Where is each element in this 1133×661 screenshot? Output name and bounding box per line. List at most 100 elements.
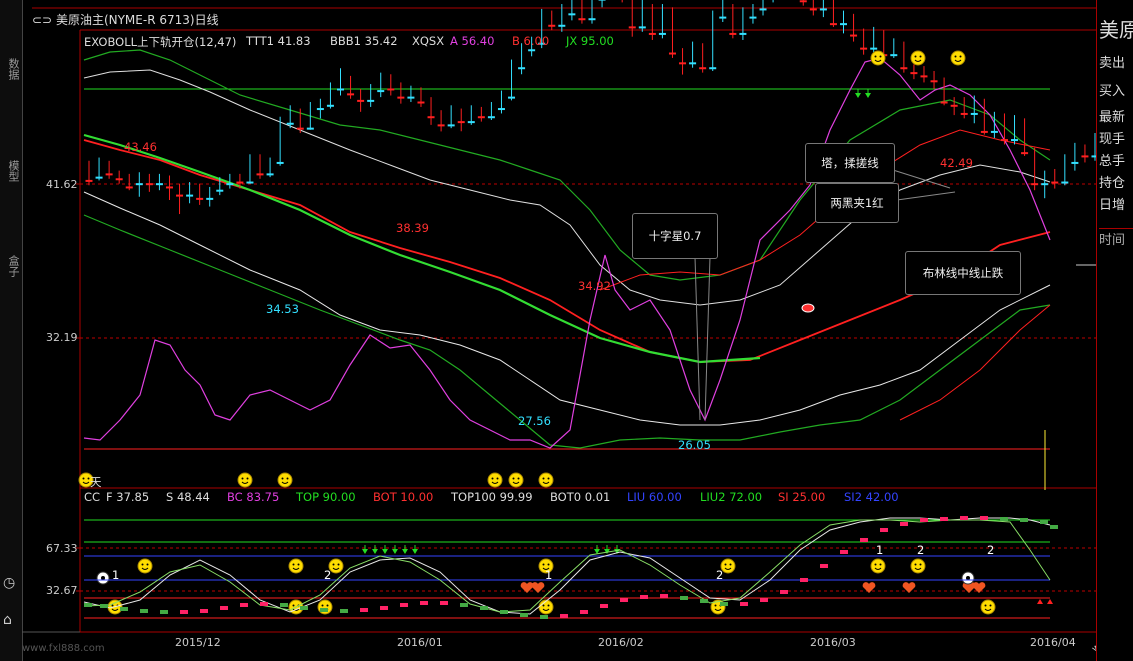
sub-bar bbox=[500, 610, 508, 614]
tab-box[interactable]: 盒子 bbox=[1, 255, 21, 277]
candle-body bbox=[477, 116, 485, 119]
quote-open-interest: 持仓 bbox=[1099, 176, 1126, 191]
y-label-32-19: 32.19 bbox=[46, 331, 78, 344]
tab-data[interactable]: 数据 bbox=[1, 58, 21, 80]
si-label: SI 25.00 bbox=[778, 490, 826, 504]
annotation-pointer bbox=[896, 191, 956, 201]
candle-body bbox=[940, 101, 948, 104]
candle-body bbox=[326, 104, 334, 107]
quote-buy[interactable]: 买入 bbox=[1099, 80, 1125, 99]
smiley-icon-eye bbox=[989, 604, 992, 607]
candle-body bbox=[347, 93, 355, 96]
down-arrow-icon bbox=[855, 93, 861, 98]
smiley-icon-eye bbox=[292, 604, 295, 607]
smiley-icon-eye bbox=[874, 563, 877, 566]
candle-body bbox=[1051, 181, 1059, 184]
smiley-icon-eye bbox=[914, 55, 917, 58]
smiley-icon-eye bbox=[547, 604, 550, 607]
sub-number: 2 bbox=[324, 568, 332, 582]
price-label-27-56: 27.56 bbox=[518, 414, 551, 428]
smiley-icon-eye bbox=[292, 563, 295, 566]
candle-body bbox=[377, 90, 385, 93]
smiley-icon-eye bbox=[111, 604, 114, 607]
sub-number: 2 bbox=[716, 568, 724, 582]
jx-label: JX 95.00 bbox=[566, 34, 614, 48]
sub-bar bbox=[1020, 518, 1028, 522]
smiley-icon bbox=[910, 558, 926, 574]
candle-body bbox=[497, 108, 505, 111]
smiley-icon-eye bbox=[729, 563, 732, 566]
up-arrow-icon bbox=[1047, 599, 1053, 604]
chart-area[interactable] bbox=[22, 0, 1096, 661]
sub-bar bbox=[580, 610, 588, 614]
candle-body bbox=[588, 18, 596, 21]
sub-number: 1 bbox=[545, 568, 553, 582]
down-arrow-icon bbox=[382, 549, 388, 554]
candle-body bbox=[819, 8, 827, 11]
chart-canvas[interactable] bbox=[22, 0, 1096, 661]
down-arrow-icon bbox=[392, 549, 398, 554]
liu2-label: LIU2 72.00 bbox=[700, 490, 763, 504]
smiley-icon bbox=[538, 599, 554, 615]
candle-body bbox=[960, 112, 968, 115]
quote-daily-change: 日增 bbox=[1099, 198, 1126, 213]
smiley-icon-eye bbox=[874, 55, 877, 58]
smiley-icon-eye bbox=[542, 477, 545, 480]
candle-body bbox=[135, 183, 143, 186]
candle-body bbox=[226, 183, 234, 186]
sub-bar bbox=[920, 518, 928, 522]
candle-body bbox=[890, 54, 898, 57]
sub-bar bbox=[360, 608, 368, 612]
candle-body bbox=[950, 104, 958, 107]
tab-model[interactable]: 模型 bbox=[1, 160, 21, 182]
smiley-icon-eye bbox=[146, 563, 149, 566]
smiley-icon-eye bbox=[286, 477, 289, 480]
candle-body bbox=[306, 127, 314, 130]
candle-body bbox=[518, 67, 526, 70]
candle-body bbox=[447, 124, 455, 127]
candle-body bbox=[206, 197, 214, 200]
candle-body bbox=[638, 26, 646, 29]
quote-latest: 最新 bbox=[1099, 110, 1126, 125]
candle-body bbox=[1021, 152, 1029, 155]
soccer-ball-icon-patch bbox=[966, 576, 970, 580]
candle-body bbox=[840, 23, 847, 26]
cc-label: CC bbox=[84, 490, 101, 504]
down-arrow-icon bbox=[372, 549, 378, 554]
clock-icon[interactable]: ◷ bbox=[3, 575, 15, 591]
candle-body bbox=[105, 173, 113, 176]
candle-body bbox=[699, 67, 707, 70]
candle-body bbox=[729, 32, 737, 35]
quote-panel: 美原 卖出 买入 最新 现手 总手 持仓 日增 时间 bbox=[1096, 0, 1133, 661]
a-label: A 56.40 bbox=[450, 34, 495, 48]
smiley-icon-eye bbox=[542, 563, 545, 566]
sub-bar bbox=[100, 604, 108, 608]
sub-bar bbox=[460, 603, 468, 607]
smiley-icon-eye bbox=[954, 55, 957, 58]
smiley-icon-eye bbox=[281, 477, 284, 480]
sub-bar bbox=[840, 550, 848, 554]
tool-icon[interactable]: ⌂ bbox=[3, 612, 12, 628]
sub-bar bbox=[800, 578, 808, 582]
annotation-pointer bbox=[892, 169, 951, 189]
candle-body bbox=[719, 16, 727, 19]
candle-body bbox=[1061, 181, 1069, 184]
candle-body bbox=[286, 122, 294, 125]
quote-total-lots: 总手 bbox=[1099, 154, 1126, 169]
quote-sell[interactable]: 卖出 bbox=[1099, 52, 1125, 71]
down-arrow-icon bbox=[362, 549, 368, 554]
sub-bar bbox=[540, 615, 548, 619]
smiley-icon-eye bbox=[879, 563, 882, 566]
smiley-icon-eye bbox=[714, 604, 717, 607]
top100-label: TOP100 99.99 bbox=[451, 490, 533, 504]
f-label: F 37.85 bbox=[106, 490, 150, 504]
bot-label: BOT 10.00 bbox=[373, 490, 434, 504]
top-label: TOP 90.00 bbox=[296, 490, 356, 504]
sub-bar bbox=[640, 595, 648, 599]
sub-bar bbox=[780, 590, 788, 594]
candle-body bbox=[256, 173, 264, 176]
candle-body bbox=[568, 13, 576, 16]
candle-body bbox=[910, 72, 918, 75]
left-tab-strip: 数据 模型 盒子 ◷ ⌂ bbox=[0, 0, 23, 661]
quote-title: 美原 bbox=[1099, 18, 1133, 42]
